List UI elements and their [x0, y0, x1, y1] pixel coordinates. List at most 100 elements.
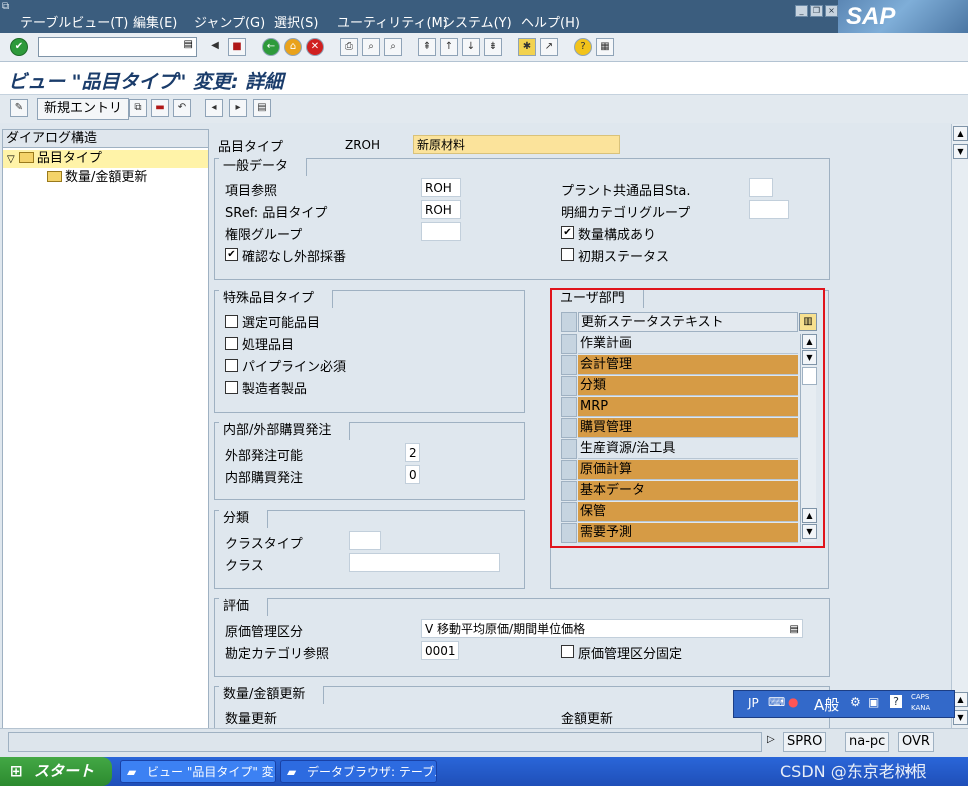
enter-icon[interactable]: ✔ [10, 38, 28, 56]
sref-field[interactable]: ROH [421, 200, 461, 219]
row-selector[interactable] [561, 460, 577, 480]
print-icon[interactable]: ⎙ [340, 38, 358, 56]
process-material-checkbox[interactable] [225, 337, 238, 350]
shortcut-icon[interactable]: ↗ [540, 38, 558, 56]
copy-icon[interactable]: ⧉ [129, 99, 147, 117]
menu-table-view[interactable]: テーブルビュー(T) [20, 12, 128, 31]
price-fixed-checkbox[interactable] [561, 645, 574, 658]
manufacturer-part-checkbox[interactable] [225, 381, 238, 394]
class-type-field[interactable] [349, 531, 381, 550]
last-page-icon[interactable]: ⇟ [484, 38, 502, 56]
dropdown-icon[interactable]: ▤ [184, 39, 193, 50]
find-icon[interactable]: ⌕ [362, 38, 380, 56]
new-entries-button[interactable]: 新規エントリ [37, 98, 130, 120]
scroll-up-icon[interactable]: ▲ [802, 334, 817, 349]
table-row[interactable]: 原価計算 [561, 460, 798, 480]
cancel-icon[interactable]: ✕ [306, 38, 324, 56]
restore-icon[interactable]: ❐ [810, 5, 823, 17]
row-selector[interactable] [561, 376, 577, 396]
auth-group-field[interactable] [421, 222, 461, 241]
prev-entry-icon[interactable]: ◂ [205, 99, 223, 117]
table-row[interactable]: 作業計画 [561, 334, 798, 354]
window-icon[interactable]: ⧉ [2, 1, 9, 12]
qty-struct-checkbox[interactable]: ✔ [561, 226, 574, 239]
table-row[interactable]: 会計管理 [561, 355, 798, 375]
menu-utilities[interactable]: ユーティリティ(M) [337, 12, 448, 31]
row-selector[interactable] [561, 523, 577, 543]
main-scrollbar[interactable]: ▲ ▼ ▲ ▼ [951, 124, 968, 728]
delete-icon[interactable]: ▬ [151, 99, 169, 117]
ref-material-field[interactable]: ROH [421, 178, 461, 197]
minimize-icon[interactable]: _ [795, 5, 808, 17]
new-session-icon[interactable]: ✱ [518, 38, 536, 56]
keyboard-icon[interactable]: ⌨ [768, 695, 785, 709]
table-scrollbar[interactable]: ▲ ▼ ▲ ▼ [800, 334, 817, 542]
back-icon[interactable]: ← [262, 38, 280, 56]
prev-page-icon[interactable]: ↑ [440, 38, 458, 56]
undo-icon[interactable]: ↶ [173, 99, 191, 117]
menu-system[interactable]: システム(Y) [442, 12, 512, 31]
table-row[interactable]: 基本データ [561, 481, 798, 501]
price-control-dropdown[interactable]: V 移動平均原価/期間単位価格 ▤ [421, 619, 803, 638]
menu-jump[interactable]: ジャンプ(G) [194, 12, 265, 31]
row-selector[interactable] [561, 502, 577, 522]
scroll-up-icon[interactable]: ▲ [802, 508, 817, 523]
ime-toolbar[interactable]: JP ⌨ ● A般 ⚙ ▣ ? CAPS KANA [733, 690, 955, 718]
init-status-checkbox[interactable] [561, 248, 574, 261]
save-icon[interactable]: ■ [228, 38, 246, 56]
tree-item-material-type[interactable]: ▽ 品目タイプ [3, 150, 208, 168]
table-row[interactable]: 需要予測 [561, 523, 798, 543]
select-all-cell[interactable] [561, 312, 577, 332]
close-icon[interactable]: × [825, 5, 838, 17]
status-mode[interactable]: OVR [898, 732, 934, 752]
exit-icon[interactable]: ⌂ [284, 38, 302, 56]
row-selector[interactable] [561, 481, 577, 501]
int-po-field[interactable]: 0 [405, 465, 420, 484]
configurable-checkbox[interactable] [225, 315, 238, 328]
find-next-icon[interactable]: ⌕ [384, 38, 402, 56]
table-row[interactable]: 分類 [561, 376, 798, 396]
ime-mode[interactable]: A般 [814, 694, 839, 715]
help-icon[interactable]: ? [890, 695, 902, 708]
column-header[interactable]: 更新ステータステキスト [578, 312, 798, 332]
ext-po-field[interactable]: 2 [405, 443, 420, 462]
prev-icon[interactable]: ◀ [207, 38, 223, 54]
menu-select[interactable]: 選択(S) [274, 12, 318, 31]
scroll-up-icon[interactable]: ▲ [953, 692, 968, 707]
taskbar-item-data-browser[interactable]: ▰ データブラウザ: テーブル... [280, 760, 437, 783]
other-entry-icon[interactable]: ▤ [253, 99, 271, 117]
column-config-icon[interactable]: ▥ [799, 313, 817, 331]
ext-number-checkbox[interactable]: ✔ [225, 248, 238, 261]
dictionary-icon[interactable]: ▣ [868, 695, 879, 709]
row-selector[interactable] [561, 397, 577, 417]
help-icon[interactable]: ? [574, 38, 592, 56]
pipeline-checkbox[interactable] [225, 359, 238, 372]
class-field[interactable] [349, 553, 500, 572]
taskbar-item-sap-view[interactable]: ▰ ビュー "品目タイプ" 変... [120, 760, 276, 783]
item-cat-group-field[interactable] [749, 200, 789, 219]
account-cat-field[interactable]: 0001 [421, 641, 459, 660]
first-page-icon[interactable]: ⇞ [418, 38, 436, 56]
row-selector[interactable] [561, 418, 577, 438]
scroll-down-icon[interactable]: ▼ [802, 350, 817, 365]
scroll-down-icon[interactable]: ▼ [802, 524, 817, 539]
table-row[interactable]: 購買管理 [561, 418, 798, 438]
display-change-icon[interactable]: ✎ [10, 99, 28, 117]
chevron-down-icon[interactable]: ▽ [7, 154, 15, 165]
menu-edit[interactable]: 編集(E) [133, 12, 177, 31]
row-selector[interactable] [561, 355, 577, 375]
scroll-down-icon[interactable]: ▼ [953, 144, 968, 159]
scroll-up-icon[interactable]: ▲ [953, 126, 968, 141]
next-page-icon[interactable]: ↓ [462, 38, 480, 56]
tools-icon[interactable]: ⚙ [850, 695, 861, 709]
dropdown-icon[interactable]: ▤ [790, 620, 799, 639]
scroll-thumb[interactable] [802, 367, 817, 385]
command-field[interactable]: ▤ [38, 37, 197, 57]
table-row[interactable]: 保管 [561, 502, 798, 522]
layout-icon[interactable]: ▦ [596, 38, 614, 56]
table-row[interactable]: MRP [561, 397, 798, 417]
status-toggle-icon[interactable]: ▷ [767, 734, 775, 745]
scroll-down-icon[interactable]: ▼ [953, 710, 968, 725]
ime-pad-icon[interactable]: ● [788, 695, 798, 709]
tree-item-qty-value-update[interactable]: 数量/金額更新 [47, 169, 147, 187]
